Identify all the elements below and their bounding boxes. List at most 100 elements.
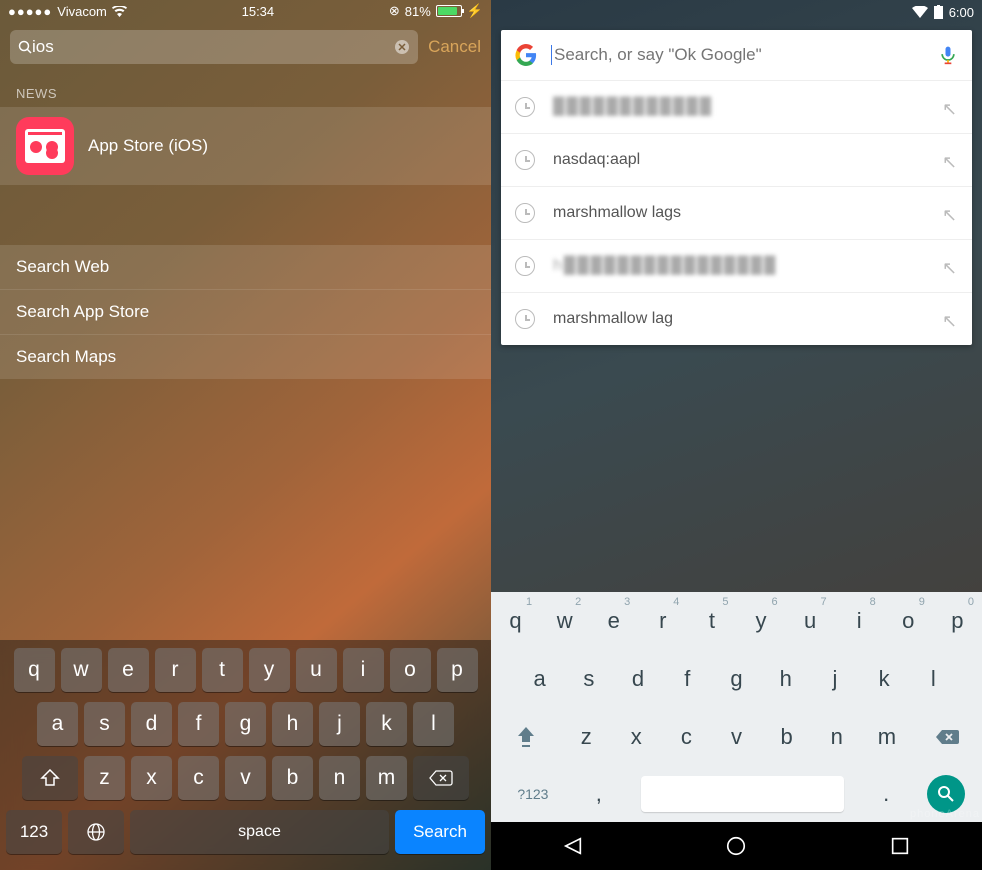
insert-arrow-icon[interactable]: ↖ [942,99,958,115]
search-maps-button[interactable]: Search Maps [0,335,491,379]
key-n[interactable]: n [812,708,862,766]
numbers-key[interactable]: 123 [6,810,62,854]
numbers-key[interactable]: ?123 [491,766,575,822]
key-g[interactable]: g [712,650,761,708]
key-t[interactable]: t5 [687,592,736,650]
news-app-icon [16,117,74,175]
key-y[interactable]: y6 [736,592,785,650]
battery-icon [436,5,462,17]
key-e[interactable]: e [108,648,149,692]
period-key[interactable]: . [862,766,910,822]
globe-key[interactable] [68,810,124,854]
key-w[interactable]: w [61,648,102,692]
key-s[interactable]: s [564,650,613,708]
android-keyboard: q1w2e3r4t5y6u7i8o9p0 asdfghjkl zxcvbnm ?… [491,592,982,822]
home-button[interactable] [725,835,747,857]
google-search-card: ████████████↖nasdaq:aapl↖marshmallow lag… [501,30,972,345]
mic-icon[interactable] [938,45,958,65]
key-x[interactable]: x [611,708,661,766]
key-l[interactable]: l [413,702,454,746]
search-result-row[interactable]: App Store (iOS) [0,107,491,185]
key-v[interactable]: v [225,756,266,800]
key-w[interactable]: w2 [540,592,589,650]
key-p[interactable]: p [437,648,478,692]
key-m[interactable]: m [366,756,407,800]
search-key[interactable]: Search [395,810,485,854]
history-item[interactable]: ████████████ ↖ [501,81,972,134]
history-item[interactable]: marshmallow lag↖ [501,293,972,345]
space-key[interactable]: space [130,810,389,854]
spotlight-search-field[interactable] [10,30,418,64]
key-o[interactable]: o [390,648,431,692]
key-g[interactable]: g [225,702,266,746]
google-search-bar[interactable] [501,30,972,81]
key-b[interactable]: b [272,756,313,800]
key-z[interactable]: z [84,756,125,800]
key-f[interactable]: f [663,650,712,708]
key-j[interactable]: j [319,702,360,746]
key-i[interactable]: i8 [835,592,884,650]
news-section-header: NEWS [0,72,491,107]
key-e[interactable]: e3 [589,592,638,650]
insert-arrow-icon[interactable]: ↖ [942,311,958,327]
key-h[interactable]: h [272,702,313,746]
google-search-input[interactable] [551,45,924,65]
key-h[interactable]: h [761,650,810,708]
key-d[interactable]: d [131,702,172,746]
history-icon [515,203,535,223]
key-y[interactable]: y [249,648,290,692]
key-a[interactable]: a [37,702,78,746]
shift-key[interactable] [22,756,78,800]
key-f[interactable]: f [178,702,219,746]
back-button[interactable] [562,835,584,857]
comma-key[interactable]: , [575,766,623,822]
key-a[interactable]: a [515,650,564,708]
key-k[interactable]: k [366,702,407,746]
key-q[interactable]: q [14,648,55,692]
history-text: ████████████ [553,98,924,116]
key-r[interactable]: r4 [638,592,687,650]
key-c[interactable]: c [178,756,219,800]
key-m[interactable]: m [862,708,912,766]
history-item[interactable]: h████████████████↖ [501,240,972,293]
key-u[interactable]: u7 [786,592,835,650]
clock-label: 15:34 [242,4,275,19]
orientation-lock-icon: ⊗ [389,3,400,19]
search-app-store-button[interactable]: Search App Store [0,290,491,335]
backspace-key[interactable] [413,756,469,800]
key-n[interactable]: n [319,756,360,800]
key-u[interactable]: u [296,648,337,692]
key-b[interactable]: b [762,708,812,766]
key-d[interactable]: d [613,650,662,708]
key-z[interactable]: z [561,708,611,766]
search-web-button[interactable]: Search Web [0,245,491,290]
key-r[interactable]: r [155,648,196,692]
search-input[interactable] [32,37,394,57]
key-x[interactable]: x [131,756,172,800]
insert-arrow-icon[interactable]: ↖ [942,205,958,221]
history-item[interactable]: nasdaq:aapl↖ [501,134,972,187]
history-item[interactable]: marshmallow lags↖ [501,187,972,240]
shift-key[interactable] [491,708,561,766]
key-i[interactable]: i [343,648,384,692]
key-v[interactable]: v [711,708,761,766]
key-j[interactable]: j [810,650,859,708]
key-q[interactable]: q1 [491,592,540,650]
key-c[interactable]: c [661,708,711,766]
key-t[interactable]: t [202,648,243,692]
key-p[interactable]: p0 [933,592,982,650]
key-l[interactable]: l [909,650,958,708]
backspace-key[interactable] [912,708,982,766]
insert-arrow-icon[interactable]: ↖ [942,258,958,274]
recents-button[interactable] [889,835,911,857]
history-icon [515,150,535,170]
cancel-button[interactable]: Cancel [428,37,481,57]
clear-icon[interactable] [394,39,410,55]
key-o[interactable]: o9 [884,592,933,650]
key-k[interactable]: k [860,650,909,708]
insert-arrow-icon[interactable]: ↖ [942,152,958,168]
space-key[interactable] [623,766,863,822]
key-s[interactable]: s [84,702,125,746]
android-status-bar: 6:00 [491,0,982,24]
charging-icon: ⚡ [467,3,483,19]
